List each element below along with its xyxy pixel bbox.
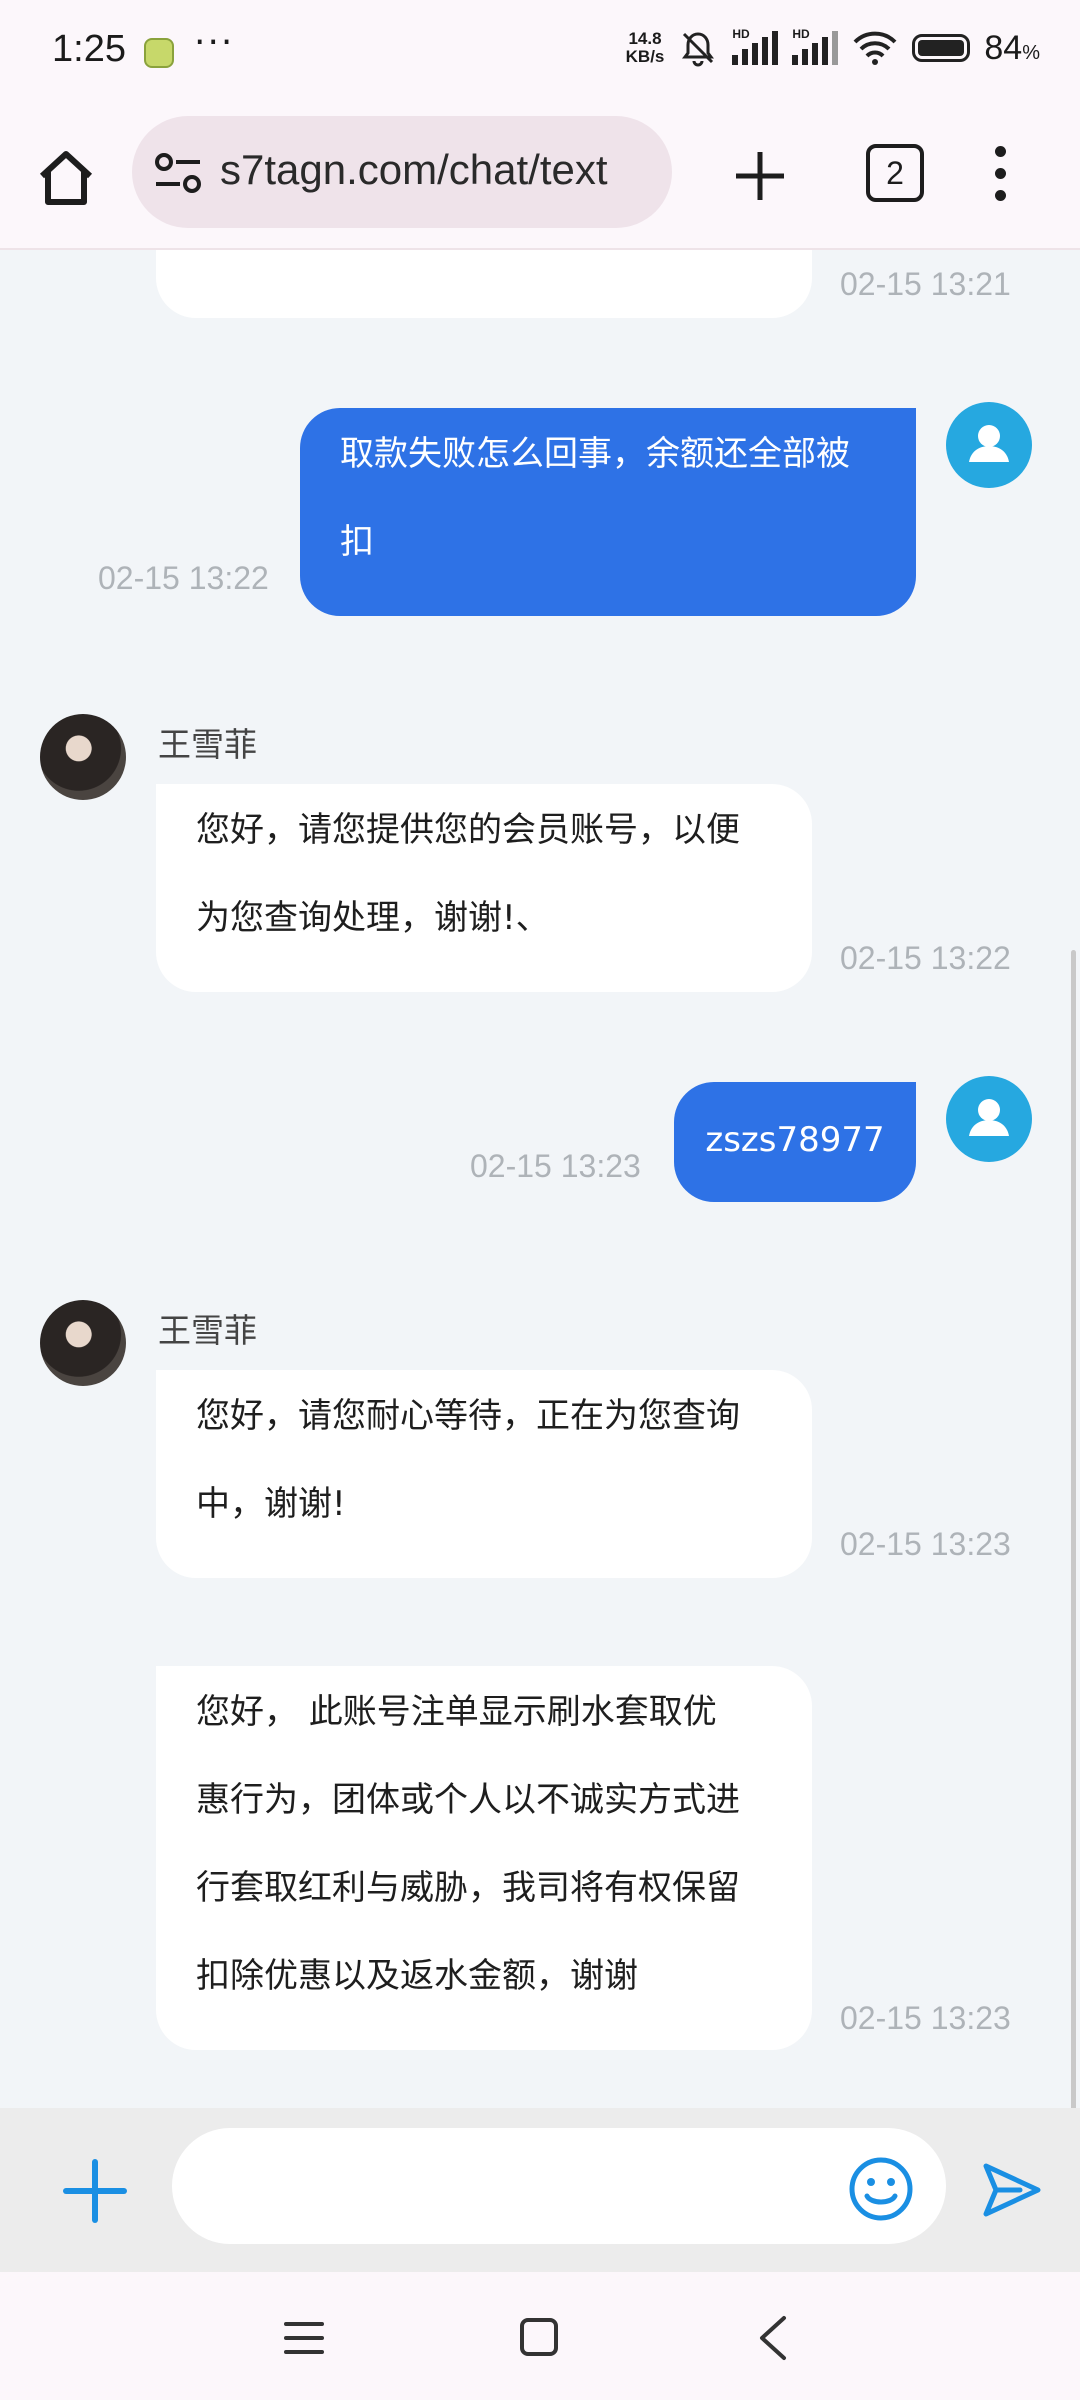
battery-icon [912,34,971,62]
address-bar[interactable]: s7tagn.com/chat/text [132,116,672,228]
message-timestamp: 02-15 13:21 [840,266,1011,302]
agent-avatar [40,714,126,800]
signal-icon-2: HD [792,27,839,65]
status-bar: 1:25 ··· 14.8 KB/s HD HD 84% [0,0,1080,110]
back-icon[interactable] [756,2314,790,2362]
message-bubble-outgoing: zszs78977 [674,1082,916,1202]
recent-apps-icon[interactable] [282,2318,326,2358]
signal-icon-1: HD [732,27,779,65]
message-bubble-incoming: 您好，请您提供您的会员账号，以便 为您查询处理，谢谢!、 [156,784,812,992]
add-attachment-icon[interactable] [60,2156,130,2226]
message-timestamp: 02-15 13:22 [840,940,1011,976]
message-input[interactable] [172,2128,946,2244]
emoji-icon[interactable] [846,2154,916,2224]
browser-toolbar: s7tagn.com/chat/text 2 [0,110,1080,250]
send-icon[interactable] [980,2158,1044,2222]
agent-avatar [40,1300,126,1386]
clock: 1:25 [52,28,126,70]
chat-scrollbar[interactable] [1071,950,1076,2108]
message-composer [0,2108,1080,2272]
message-bubble-incoming [156,250,812,318]
user-icon [969,1099,1009,1136]
battery-level: 84% [984,28,1040,67]
browser-menu-icon[interactable] [990,146,1010,206]
user-avatar [946,1076,1032,1162]
app-notification-icon [144,38,174,68]
site-settings-icon[interactable] [152,150,204,196]
home-square-icon[interactable] [518,2316,560,2358]
message-bubble-incoming: 您好， 此账号注单显示刷水套取优 惠行为，团体或个人以不诚实方式进 行套取红利与… [156,1666,812,2050]
url-text[interactable]: s7tagn.com/chat/text [220,146,608,194]
message-bubble-outgoing: 取款失败怎么回事，余额还全部被 扣 [300,408,916,616]
tab-switcher-button[interactable]: 2 [866,144,924,202]
mute-bell-icon [682,32,715,67]
user-icon [969,425,1009,462]
message-timestamp: 02-15 13:23 [470,1148,641,1184]
message-timestamp: 02-15 13:23 [840,2000,1011,2036]
chat-messages[interactable]: 02-15 13:21 取款失败怎么回事，余额还全部被 扣 02-15 13:2… [0,250,1080,2108]
network-speed: 14.8 KB/s [625,29,665,66]
message-bubble-incoming: 您好，请您耐心等待，正在为您查询 中，谢谢! [156,1370,812,1578]
message-timestamp: 02-15 13:22 [98,560,269,596]
more-notifications-icon: ··· [194,22,235,63]
sender-name: 王雪菲 [158,1311,257,1350]
system-navigation-bar [0,2272,1080,2400]
message-timestamp: 02-15 13:23 [840,1526,1011,1562]
user-avatar [946,402,1032,488]
status-icons: 14.8 KB/s HD HD 84% [625,27,1040,68]
sender-name: 王雪菲 [158,725,257,764]
new-tab-icon[interactable] [730,146,790,206]
home-icon[interactable] [32,144,100,212]
wifi-icon [853,31,897,65]
